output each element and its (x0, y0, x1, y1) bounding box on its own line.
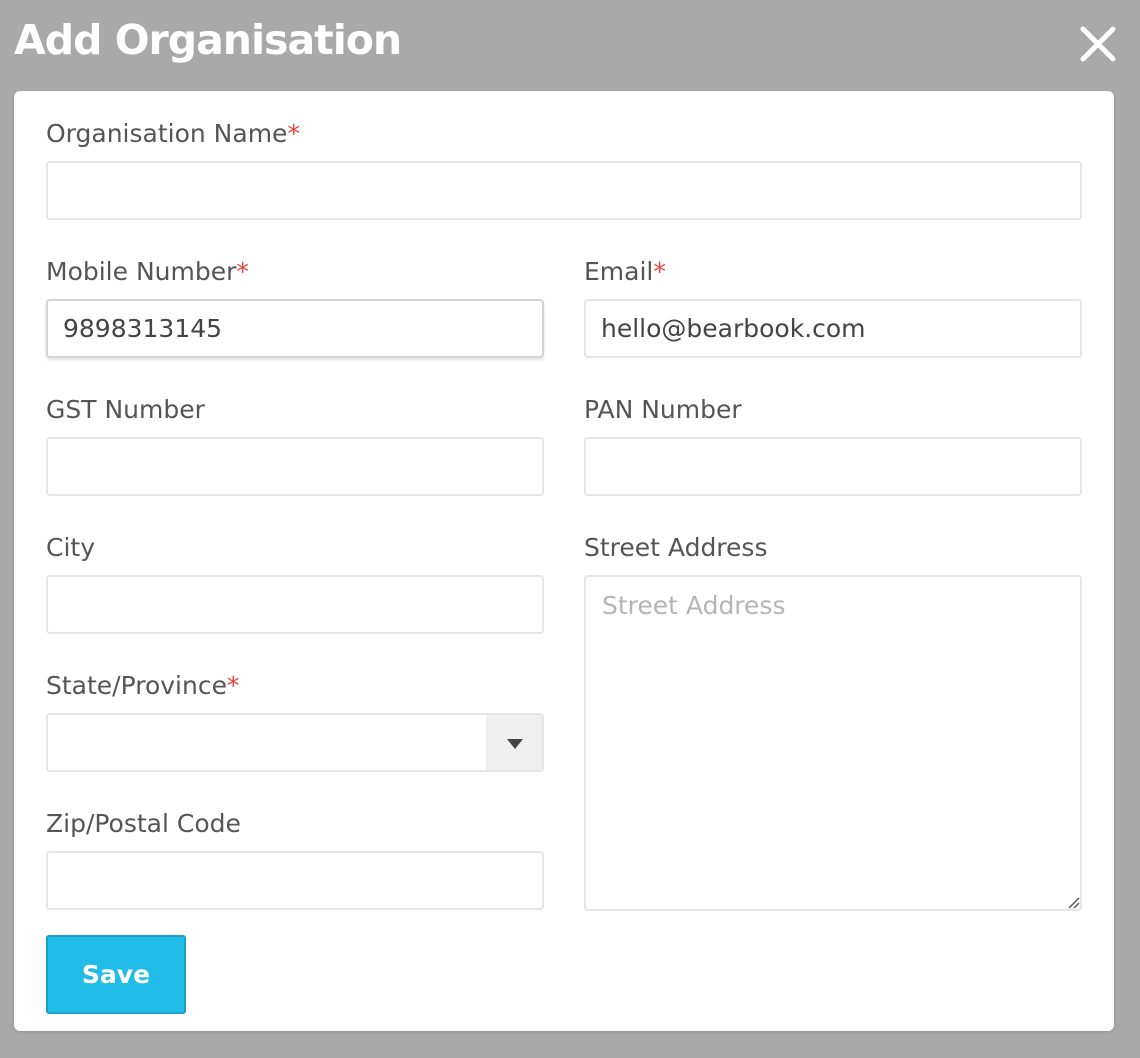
zip-label: Zip/Postal Code (46, 809, 241, 839)
save-button-label: Save (81, 960, 151, 989)
pan-label-text: PAN Number (584, 395, 742, 424)
gst-label: GST Number (46, 395, 205, 425)
save-button[interactable]: Save (46, 935, 186, 1014)
email-label-text: Email (584, 257, 654, 286)
mobile-label: Mobile Number* (46, 257, 249, 287)
mobile-number-input[interactable] (46, 299, 544, 358)
street-label-text: Street Address (584, 533, 768, 562)
org-name-label-text: Organisation Name (46, 119, 288, 148)
pan-label: PAN Number (584, 395, 742, 425)
required-mark: * (653, 257, 666, 286)
gst-label-text: GST Number (46, 395, 205, 424)
email-input[interactable] (584, 299, 1082, 358)
resize-grip-icon[interactable] (1066, 895, 1080, 909)
mobile-label-text: Mobile Number (46, 257, 237, 286)
street-label: Street Address (584, 533, 767, 563)
organisation-form-card: Organisation Name* Mobile Number* Email*… (14, 91, 1114, 1031)
org-name-label: Organisation Name* (46, 119, 300, 149)
city-input[interactable] (46, 575, 544, 634)
street-address-wrapper (584, 575, 1082, 911)
caret-down-icon (507, 739, 523, 749)
state-label: State/Province* (46, 671, 239, 701)
city-label: City (46, 533, 95, 563)
street-address-textarea[interactable] (584, 575, 1082, 911)
modal-title: Add Organisation (14, 16, 402, 64)
close-icon (1080, 26, 1116, 62)
zip-label-text: Zip/Postal Code (46, 809, 241, 838)
close-button[interactable] (1076, 22, 1120, 66)
required-mark: * (287, 119, 300, 148)
dropdown-toggle[interactable] (486, 715, 542, 770)
state-select[interactable] (46, 713, 544, 772)
org-name-input[interactable] (46, 161, 1082, 220)
city-label-text: City (46, 533, 95, 562)
required-mark: * (226, 671, 240, 700)
required-mark: * (236, 257, 249, 286)
email-label: Email* (584, 257, 666, 287)
state-label-text: State/Province (46, 671, 227, 700)
state-select-value (48, 727, 63, 756)
pan-number-input[interactable] (584, 437, 1082, 496)
zip-code-input[interactable] (46, 851, 544, 910)
gst-number-input[interactable] (46, 437, 544, 496)
